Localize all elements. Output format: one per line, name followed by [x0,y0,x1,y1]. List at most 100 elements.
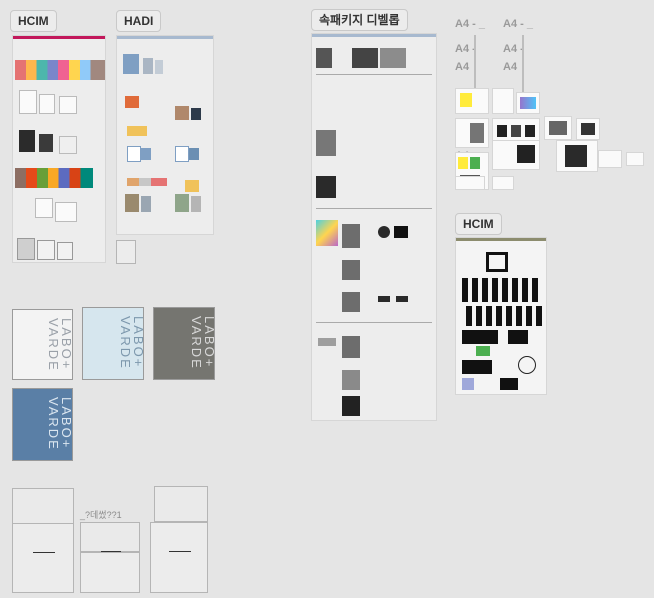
a4-guide-1 [474,35,476,95]
hcim-box-c [59,96,77,114]
hadi-board[interactable] [116,35,214,235]
a4-label-2: A4 - _ [503,18,533,30]
hadi-pack-f [175,146,189,162]
sok-box-g [342,292,360,312]
hcim-2-pattern-row-1 [462,278,542,302]
sok-box-e [342,224,360,248]
sok-box-h [342,336,360,358]
sketch-1-slot [33,552,55,553]
a4-board-5-img-c [525,125,535,137]
hcim-box-b [39,94,55,114]
hcim-product-strip [15,60,105,80]
hcim-box-g [17,238,35,260]
hadi-pack-d [127,146,141,162]
a4-board-13[interactable] [455,176,485,190]
hcim-box-a [19,90,37,114]
hcim-2-square-mark [486,252,508,272]
a4-board-7-img [581,123,595,135]
sketch-1-lid[interactable] [12,488,74,524]
a4-board-3[interactable] [516,92,540,114]
sok-mini-a [378,296,390,302]
a4-board-14[interactable] [492,176,514,190]
sok-hero-c [380,48,406,68]
labo-varde-box-gray[interactable]: LABO+ VARDE [153,307,217,380]
sketch-2-body[interactable] [80,552,140,593]
a4-board-6[interactable] [544,116,572,140]
a4-board-9[interactable] [492,140,540,170]
a4-board-4[interactable] [455,118,489,148]
hcim-2-block-e [500,378,518,390]
hcim-box-h [37,240,55,260]
a4-board-12[interactable] [626,152,644,166]
hadi-pack-h [125,194,139,212]
hadi-strip [127,178,167,186]
sok-package-board[interactable] [311,33,437,421]
frame-label-sok-package[interactable]: 속패키지 디벨롭 [311,9,408,31]
hcim-board-header [13,36,105,39]
a4-label-6: A4 [503,61,518,73]
sok-divider-3 [316,322,432,323]
hadi-board-header [117,36,213,39]
hadi-loose-card[interactable] [116,240,136,264]
sok-box-i [342,370,360,390]
a4-guide-2 [522,35,524,95]
frame-label-hcim[interactable]: HCIM [10,10,57,32]
a4-board-2[interactable] [492,88,514,114]
sok-board-header [312,34,436,37]
box-gray-label: LABO+ VARDE [189,316,217,370]
box-lightblue-label: LABO+ VARDE [118,316,146,370]
a4-board-5-img-b [511,125,521,137]
a4-board-10-img [565,145,587,167]
hadi-pack-k [191,196,201,212]
hadi-photo-d [127,126,147,136]
hcim-board[interactable] [12,35,106,263]
a4-board-10[interactable] [556,140,598,172]
sketch-2-lid[interactable] [80,522,140,552]
hadi-photo-b [175,106,189,120]
sketch-3-body[interactable] [150,522,208,593]
hcim-2-circle [518,356,536,374]
box-blue-label: LABO+ VARDE [46,397,74,451]
sok-box-gray [316,130,336,156]
hadi-photo-e [185,180,199,192]
a4-board-5-img-a [497,125,507,137]
hadi-pack-b [143,58,153,74]
a4-label-1: A4 - _ [455,18,485,30]
hcim-box-dark-a [19,130,35,152]
hadi-photo-c [191,108,201,120]
a4-board-8-img-b [470,157,480,169]
hcim-2-block-d [462,378,474,390]
sketch-3-slot [169,551,191,552]
hcim-2-block-green [476,346,490,356]
frame-label-hcim-2[interactable]: HCIM [455,213,502,235]
hadi-pack-e [141,148,151,160]
labo-varde-box-blue[interactable]: LABO+ VARDE [12,388,74,461]
labo-varde-box-white[interactable]: LABO+ VARDE [12,309,74,380]
hcim-box-f [55,202,77,222]
a4-board-8-img-a [458,157,468,169]
hcim-2-board[interactable] [455,237,547,395]
frame-label-hadi[interactable]: HADI [116,10,162,32]
hcim-2-board-header [456,238,546,241]
hadi-pack-i [141,196,151,212]
sok-circle [378,226,390,238]
a4-label-5: A4 [455,61,470,73]
sok-divider-1 [316,74,432,75]
sketch-1-body[interactable] [12,523,74,593]
sketch-3-lid[interactable] [154,486,208,522]
hadi-pack-c [155,60,163,74]
a4-board-4-img [470,123,484,143]
hcim-product-strip-2 [15,168,93,188]
hcim-2-pattern-row-2 [462,306,542,326]
hadi-pack-j [175,194,189,212]
a4-board-3-img [520,97,536,109]
sok-hero-a [316,48,332,68]
sok-tray [318,338,336,346]
sok-divider-2 [316,208,432,209]
a4-board-7[interactable] [576,118,600,140]
labo-varde-box-lightblue[interactable]: LABO+ VARDE [82,307,146,380]
hcim-box-e [35,198,53,218]
a4-board-9-img [517,145,535,163]
a4-board-1[interactable] [455,88,489,114]
a4-board-11[interactable] [598,150,622,168]
